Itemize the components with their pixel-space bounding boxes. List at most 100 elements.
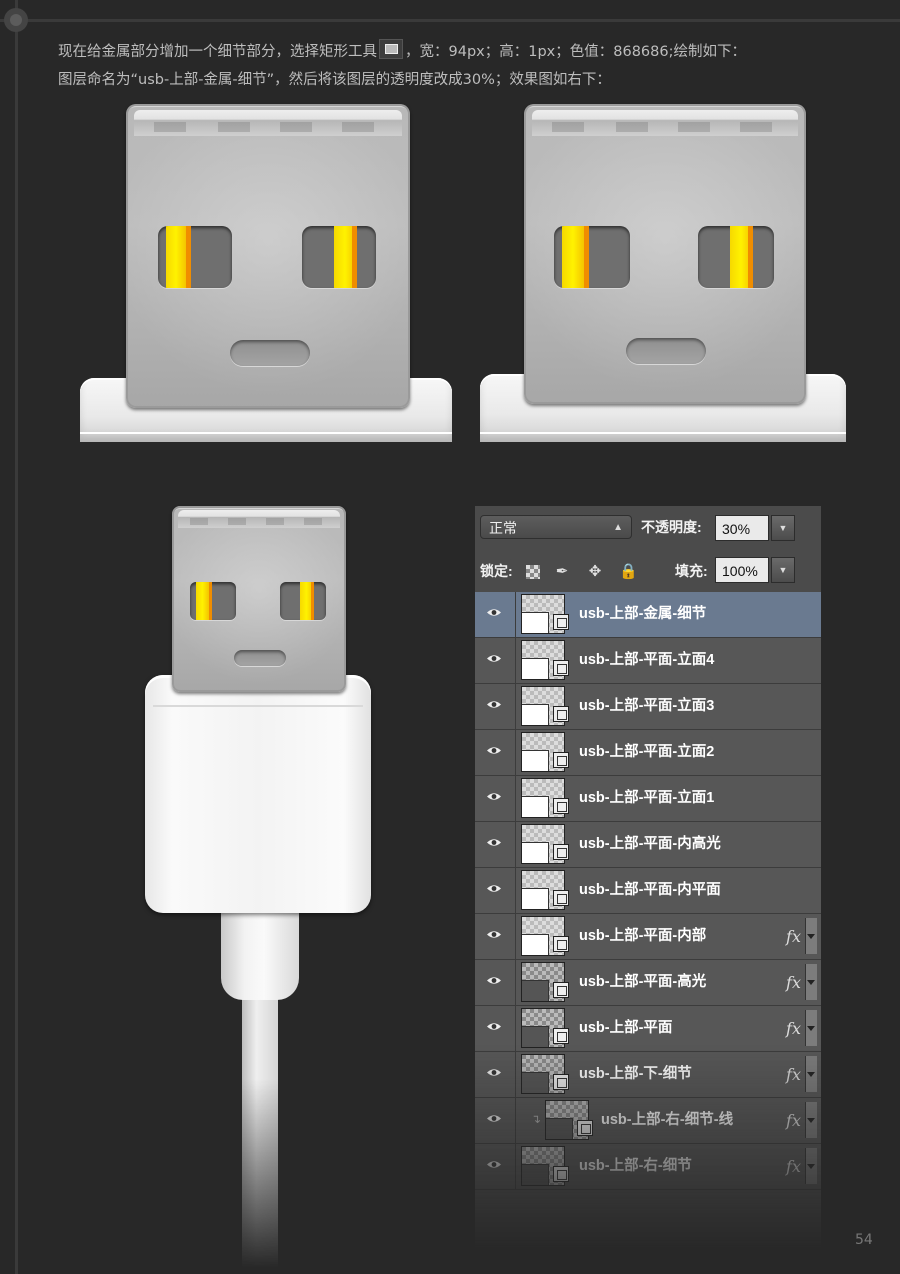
lock-all-padlock-icon[interactable]: 🔒 bbox=[619, 563, 638, 581]
visibility-toggle[interactable] bbox=[475, 1006, 516, 1051]
strip-segment bbox=[228, 518, 246, 525]
eye-icon bbox=[487, 747, 501, 754]
vector-mask-icon bbox=[553, 706, 569, 722]
eye-icon bbox=[487, 1161, 501, 1168]
lock-transparent-pixels-icon[interactable] bbox=[526, 565, 540, 579]
layer-effects-fx-icon[interactable]: fx bbox=[786, 914, 801, 959]
vector-mask-icon bbox=[553, 752, 569, 768]
visibility-toggle[interactable] bbox=[475, 1098, 516, 1143]
layer-row[interactable]: usb-上部-金属-细节 bbox=[475, 592, 821, 638]
fill-input[interactable]: 100% bbox=[715, 557, 769, 583]
usb-metal-head bbox=[172, 506, 346, 692]
intro-line-1: 现在给金属部分增加一个细节部分，选择矩形工具 ，宽：94px；高：1px；色值：8… bbox=[58, 38, 746, 66]
blend-mode-value: 正常 bbox=[489, 520, 517, 536]
layer-row[interactable]: ↴ usb-上部-右-细节-线 fx bbox=[475, 1098, 821, 1144]
page-number: 54 bbox=[855, 1232, 873, 1248]
effects-expand-arrow-icon[interactable] bbox=[805, 918, 817, 954]
layer-effects-fx-icon[interactable]: fx bbox=[786, 1098, 801, 1143]
lock-position-move-icon[interactable]: ✥ bbox=[586, 563, 604, 581]
layer-name: usb-上部-右-细节-线 bbox=[601, 1112, 734, 1128]
layer-row[interactable]: usb-上部-平面-内部 fx bbox=[475, 914, 821, 960]
layer-row[interactable]: usb-上部-平面-立面2 bbox=[475, 730, 821, 776]
usb-slot bbox=[626, 338, 706, 364]
eye-icon bbox=[487, 885, 501, 892]
layer-row[interactable]: usb-上部-平面 fx bbox=[475, 1006, 821, 1052]
usb-slot bbox=[230, 340, 310, 366]
usb-plug-body bbox=[145, 675, 371, 913]
layers-panel-blend-row: 正常 ▲ 不透明度: 30% ▼ bbox=[475, 506, 821, 549]
layer-row[interactable]: usb-上部-平面-高光 fx bbox=[475, 960, 821, 1006]
visibility-toggle[interactable] bbox=[475, 1052, 516, 1097]
effects-expand-arrow-icon[interactable] bbox=[805, 1056, 817, 1092]
layers-panel: 正常 ▲ 不透明度: 30% ▼ 锁定: ✒ ✥ 🔒 填充: 100% ▼ us… bbox=[475, 506, 821, 1274]
vector-mask-icon bbox=[553, 660, 569, 676]
visibility-toggle[interactable] bbox=[475, 1144, 516, 1189]
visibility-toggle[interactable] bbox=[475, 684, 516, 729]
effects-expand-arrow-icon[interactable] bbox=[805, 1010, 817, 1046]
lock-image-pixels-brush-icon[interactable]: ✒ bbox=[553, 563, 571, 581]
contact-pin-edge bbox=[186, 226, 191, 288]
lock-label: 锁定: bbox=[480, 563, 513, 579]
usb-metal-strip bbox=[532, 110, 798, 136]
layer-name: usb-上部-平面-立面4 bbox=[579, 652, 715, 668]
usb-metal-strip bbox=[134, 110, 402, 136]
layer-name: usb-上部-平面-立面3 bbox=[579, 698, 715, 714]
visibility-toggle[interactable] bbox=[475, 638, 516, 683]
contact-pin-edge bbox=[311, 582, 314, 620]
visibility-toggle[interactable] bbox=[475, 730, 516, 775]
strip-segment bbox=[740, 122, 772, 132]
opacity-dropdown-button[interactable]: ▼ bbox=[771, 515, 795, 541]
visibility-toggle[interactable] bbox=[475, 868, 516, 913]
opacity-label: 不透明度: bbox=[641, 519, 702, 535]
rectangle-tool-icon bbox=[379, 39, 403, 59]
layer-name: usb-上部-金属-细节 bbox=[579, 606, 707, 622]
contact-pin-edge bbox=[352, 226, 357, 288]
effects-expand-arrow-icon[interactable] bbox=[805, 964, 817, 1000]
strip-segment bbox=[552, 122, 584, 132]
layer-effects-fx-icon[interactable]: fx bbox=[786, 1144, 801, 1189]
eye-icon bbox=[487, 609, 501, 616]
blend-mode-select[interactable]: 正常 ▲ bbox=[480, 515, 632, 539]
effects-expand-arrow-icon[interactable] bbox=[805, 1102, 817, 1138]
contact-pin bbox=[196, 582, 209, 620]
visibility-toggle[interactable] bbox=[475, 822, 516, 867]
visibility-toggle[interactable] bbox=[475, 960, 516, 1005]
layer-effects-fx-icon[interactable]: fx bbox=[786, 1052, 801, 1097]
intro-line-2: 图层命名为“usb-上部-金属-细节”，然后将该图层的透明度改成30%；效果图如… bbox=[58, 72, 611, 88]
layer-effects-fx-icon[interactable]: fx bbox=[786, 1006, 801, 1051]
strip-segment bbox=[280, 122, 312, 132]
eye-icon bbox=[487, 1115, 501, 1122]
eye-icon bbox=[487, 793, 501, 800]
layer-row[interactable]: usb-上部-平面-立面3 bbox=[475, 684, 821, 730]
layer-row[interactable]: usb-上部-平面-立面1 bbox=[475, 776, 821, 822]
vector-mask-icon bbox=[553, 1074, 569, 1090]
layer-row[interactable]: usb-上部-平面-内高光 bbox=[475, 822, 821, 868]
visibility-toggle[interactable] bbox=[475, 776, 516, 821]
visibility-toggle[interactable] bbox=[475, 592, 516, 637]
usb-metal-head bbox=[524, 104, 806, 404]
layer-name: usb-上部-右-细节 bbox=[579, 1158, 692, 1174]
visibility-toggle[interactable] bbox=[475, 914, 516, 959]
fill-label: 填充: bbox=[675, 563, 708, 579]
layer-name: usb-上部-下-细节 bbox=[579, 1066, 692, 1082]
layers-panel-lock-row: 锁定: ✒ ✥ 🔒 填充: 100% ▼ bbox=[475, 548, 821, 593]
usb-contact-window-left bbox=[554, 226, 630, 288]
layer-row[interactable]: usb-上部-下-细节 fx bbox=[475, 1052, 821, 1098]
fill-dropdown-button[interactable]: ▼ bbox=[771, 557, 795, 583]
eye-icon bbox=[487, 701, 501, 708]
opacity-input[interactable]: 30% bbox=[715, 515, 769, 541]
eye-icon bbox=[487, 655, 501, 662]
layer-row[interactable]: usb-上部-平面-立面4 bbox=[475, 638, 821, 684]
contact-pin-edge bbox=[584, 226, 589, 288]
usb-cable-neck bbox=[221, 912, 299, 1000]
layer-row[interactable]: usb-上部-右-细节 fx bbox=[475, 1144, 821, 1190]
layer-row[interactable]: usb-上部-平面-内平面 bbox=[475, 868, 821, 914]
layer-effects-fx-icon[interactable]: fx bbox=[786, 960, 801, 1005]
eye-icon bbox=[487, 977, 501, 984]
effects-expand-arrow-icon[interactable] bbox=[805, 1148, 817, 1184]
usb-contact-window-left bbox=[190, 582, 236, 620]
eye-icon bbox=[487, 1069, 501, 1076]
left-rule bbox=[15, 0, 18, 1274]
corner-dot bbox=[4, 8, 28, 32]
contact-pin bbox=[562, 226, 584, 288]
